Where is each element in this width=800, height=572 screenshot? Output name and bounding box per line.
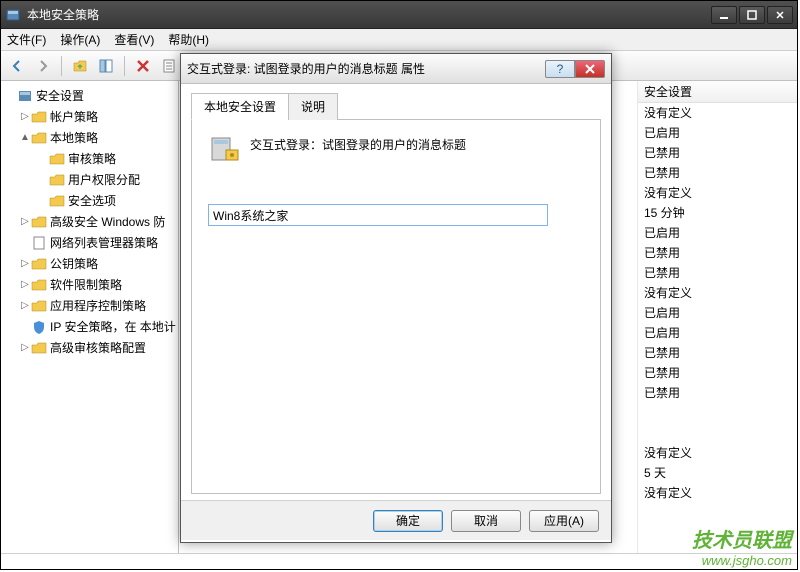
- menu-help[interactable]: 帮助(H): [168, 31, 209, 48]
- tree-root[interactable]: 安全设置: [1, 85, 178, 106]
- list-cell-setting[interactable]: 已启用: [638, 223, 797, 243]
- up-button[interactable]: [70, 56, 90, 76]
- maximize-button[interactable]: [739, 6, 765, 24]
- list-cell-setting[interactable]: 没有定义: [638, 443, 797, 463]
- properties-button[interactable]: [159, 56, 179, 76]
- tree-label: 安全设置: [36, 87, 84, 104]
- tree-label: 审核策略: [68, 150, 116, 167]
- tree-label: 安全选项: [68, 192, 116, 209]
- list-cell-setting[interactable]: 已启用: [638, 323, 797, 343]
- list-cell-setting[interactable]: 15 分钟: [638, 203, 797, 223]
- ok-button[interactable]: 确定: [373, 510, 443, 532]
- window-controls: [711, 6, 793, 24]
- list-cell-setting[interactable]: 已禁用: [638, 163, 797, 183]
- toolbar-separator: [124, 56, 125, 76]
- titlebar: 本地安全策略: [1, 1, 797, 29]
- tree-security-options[interactable]: 安全选项: [1, 190, 178, 211]
- forward-button[interactable]: [33, 56, 53, 76]
- tab-explain[interactable]: 说明: [288, 93, 338, 120]
- column-header-setting[interactable]: 安全设置: [638, 81, 797, 103]
- tree-local-policy[interactable]: ▲本地策略: [1, 127, 178, 148]
- list-cell-setting[interactable]: 已禁用: [638, 363, 797, 383]
- tree-audit-policy[interactable]: 审核策略: [1, 148, 178, 169]
- tree-label: 软件限制策略: [50, 276, 122, 293]
- policy-label: 交互式登录：试图登录的用户的消息标题: [250, 132, 466, 153]
- list-cell-setting[interactable]: 已禁用: [638, 143, 797, 163]
- tree-label: 高级安全 Windows 防: [50, 213, 165, 230]
- tab-content: 交互式登录：试图登录的用户的消息标题: [191, 120, 601, 494]
- dialog-close-button[interactable]: [575, 60, 605, 78]
- dialog-titlebar: 交互式登录: 试图登录的用户的消息标题 属性 ?: [181, 54, 611, 84]
- tree-panel[interactable]: 安全设置 ▷帐户策略 ▲本地策略 审核策略 用户权限分配 安全选项 ▷高级安全 …: [1, 81, 179, 553]
- tree-label: 本地策略: [50, 129, 98, 146]
- apply-button[interactable]: 应用(A): [529, 510, 599, 532]
- dialog-help-button[interactable]: ?: [545, 60, 575, 78]
- tree-network-list[interactable]: 网络列表管理器策略: [1, 232, 178, 253]
- delete-button[interactable]: [133, 56, 153, 76]
- menu-action[interactable]: 操作(A): [60, 31, 100, 48]
- tree-label: 网络列表管理器策略: [50, 234, 158, 251]
- app-icon: [5, 7, 21, 23]
- list-cell-setting[interactable]: 没有定义: [638, 483, 797, 503]
- dialog-body: 本地安全设置 说明 交互式登录：试图登录的用户的消息标题: [181, 84, 611, 500]
- list-cell-setting[interactable]: 已禁用: [638, 243, 797, 263]
- dialog-footer: 确定 取消 应用(A): [181, 500, 611, 540]
- menu-view[interactable]: 查看(V): [114, 31, 154, 48]
- list-cell-setting[interactable]: 已禁用: [638, 263, 797, 283]
- statusbar: [1, 553, 797, 569]
- list-settings-column: 安全设置 没有定义已启用已禁用已禁用没有定义15 分钟已启用已禁用已禁用没有定义…: [637, 81, 797, 553]
- back-button[interactable]: [7, 56, 27, 76]
- tree-label: 应用程序控制策略: [50, 297, 146, 314]
- list-cell-setting[interactable]: 已禁用: [638, 343, 797, 363]
- list-cell-setting[interactable]: 没有定义: [638, 283, 797, 303]
- list-cell-setting[interactable]: 5 天: [638, 463, 797, 483]
- dialog-tabs: 本地安全设置 说明: [191, 92, 601, 120]
- policy-value-input[interactable]: [208, 204, 548, 226]
- tree-app-control[interactable]: ▷应用程序控制策略: [1, 295, 178, 316]
- cancel-button[interactable]: 取消: [451, 510, 521, 532]
- list-cell-setting[interactable]: 已启用: [638, 123, 797, 143]
- toolbar-separator: [61, 56, 62, 76]
- tree-ipsec[interactable]: IP 安全策略，在 本地计: [1, 316, 178, 337]
- close-button[interactable]: [767, 6, 793, 24]
- tree-user-rights[interactable]: 用户权限分配: [1, 169, 178, 190]
- list-cell-setting[interactable]: 没有定义: [638, 183, 797, 203]
- dialog-title: 交互式登录: 试图登录的用户的消息标题 属性: [187, 60, 545, 77]
- minimize-button[interactable]: [711, 6, 737, 24]
- menubar: 文件(F) 操作(A) 查看(V) 帮助(H): [1, 29, 797, 51]
- list-cell-setting[interactable]: 已启用: [638, 303, 797, 323]
- tree-firewall[interactable]: ▷高级安全 Windows 防: [1, 211, 178, 232]
- menu-file[interactable]: 文件(F): [7, 31, 46, 48]
- tree-software-restriction[interactable]: ▷软件限制策略: [1, 274, 178, 295]
- policy-icon: [208, 132, 240, 164]
- tab-local-security[interactable]: 本地安全设置: [191, 93, 289, 120]
- tree-account-policy[interactable]: ▷帐户策略: [1, 106, 178, 127]
- list-cell-setting[interactable]: 没有定义: [638, 103, 797, 123]
- window-title: 本地安全策略: [27, 6, 711, 23]
- tree-public-key[interactable]: ▷公钥策略: [1, 253, 178, 274]
- show-hide-tree-button[interactable]: [96, 56, 116, 76]
- tree-label: IP 安全策略，在 本地计: [50, 318, 176, 335]
- properties-dialog: 交互式登录: 试图登录的用户的消息标题 属性 ? 本地安全设置 说明 交互式登录…: [180, 53, 612, 543]
- tree-label: 帐户策略: [50, 108, 98, 125]
- tree-adv-audit[interactable]: ▷高级审核策略配置: [1, 337, 178, 358]
- tree-label: 高级审核策略配置: [50, 339, 146, 356]
- tree-label: 公钥策略: [50, 255, 98, 272]
- tree-label: 用户权限分配: [68, 171, 140, 188]
- list-cell-setting[interactable]: 已禁用: [638, 383, 797, 403]
